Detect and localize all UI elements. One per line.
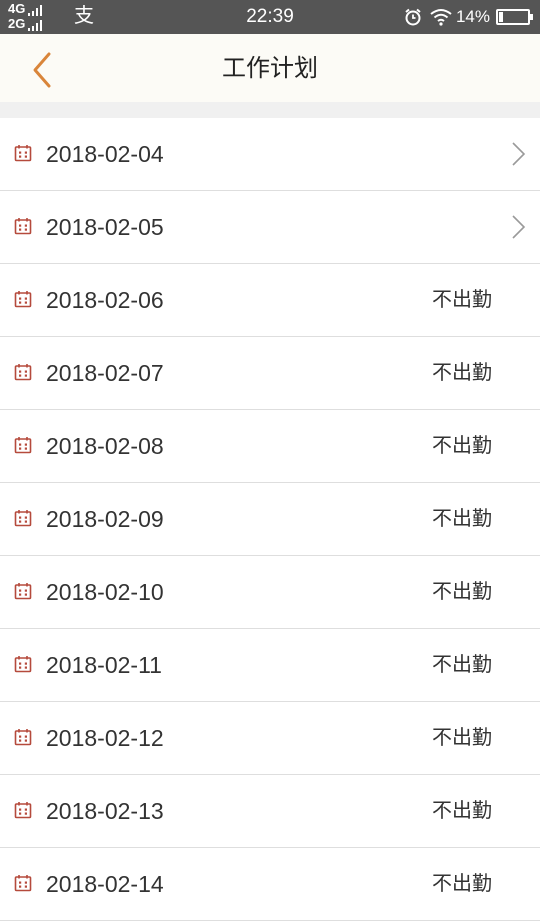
plan-row[interactable]: 2018-02-04 xyxy=(0,118,540,191)
calendar-icon xyxy=(14,218,32,235)
chevron-right-icon[interactable] xyxy=(508,140,528,168)
plan-date: 2018-02-08 xyxy=(46,433,164,459)
section-spacer xyxy=(0,102,540,118)
attendance-status: 不出勤 xyxy=(432,727,492,749)
alarm-icon xyxy=(405,8,421,26)
plan-date: 2018-02-04 xyxy=(46,141,164,167)
calendar-icon xyxy=(14,656,32,673)
calendar-icon xyxy=(14,875,32,892)
plan-row[interactable]: 2018-02-12 不出勤 xyxy=(0,702,540,775)
plan-date: 2018-02-09 xyxy=(46,506,164,532)
plan-row[interactable]: 2018-02-09 不出勤 xyxy=(0,483,540,556)
status-bar: 4G 2G 支 22:39 14% xyxy=(0,0,540,34)
calendar-icon xyxy=(14,145,32,162)
attendance-status: 不出勤 xyxy=(432,654,492,676)
plan-row[interactable]: 2018-02-14 不出勤 xyxy=(0,848,540,921)
plan-date: 2018-02-06 xyxy=(46,287,164,313)
plan-row[interactable]: 2018-02-06 不出勤 xyxy=(0,264,540,337)
attendance-status: 不出勤 xyxy=(432,362,492,384)
plan-date: 2018-02-11 xyxy=(46,652,162,678)
wifi-icon xyxy=(430,9,452,26)
battery-percent: 14% xyxy=(455,7,490,26)
plan-row[interactable]: 2018-02-07 不出勤 xyxy=(0,337,540,410)
calendar-icon xyxy=(14,437,32,454)
top-nav-bar: 工作计划 xyxy=(0,34,540,102)
plan-date: 2018-02-10 xyxy=(46,579,164,605)
calendar-icon xyxy=(14,291,32,308)
attendance-status: 不出勤 xyxy=(432,581,492,603)
attendance-status: 不出勤 xyxy=(432,289,492,311)
plan-row[interactable]: 2018-02-10 不出勤 xyxy=(0,556,540,629)
chevron-right-icon[interactable] xyxy=(508,213,528,241)
plan-date: 2018-02-12 xyxy=(46,725,164,751)
plan-date: 2018-02-14 xyxy=(46,871,164,897)
plan-row[interactable]: 2018-02-05 xyxy=(0,191,540,264)
plan-date: 2018-02-13 xyxy=(46,798,164,824)
plan-row[interactable]: 2018-02-11 不出勤 xyxy=(0,629,540,702)
calendar-icon xyxy=(14,802,32,819)
plan-date: 2018-02-05 xyxy=(46,214,164,240)
calendar-icon xyxy=(14,729,32,746)
calendar-icon xyxy=(14,510,32,527)
attendance-status: 不出勤 xyxy=(432,873,492,895)
plan-row[interactable]: 2018-02-08 不出勤 xyxy=(0,410,540,483)
attendance-status: 不出勤 xyxy=(432,800,492,822)
plan-row[interactable]: 2018-02-13 不出勤 xyxy=(0,775,540,848)
work-plan-list: 2018-02-04 2018-02-05 2018-02-06 不出勤 2018-02… xyxy=(0,118,540,921)
plan-date: 2018-02-07 xyxy=(46,360,164,386)
attendance-status: 不出勤 xyxy=(432,435,492,457)
page-title: 工作计划 xyxy=(222,55,318,82)
calendar-icon xyxy=(14,364,32,381)
attendance-status: 不出勤 xyxy=(432,508,492,530)
battery-icon xyxy=(496,9,533,25)
calendar-icon xyxy=(14,583,32,600)
